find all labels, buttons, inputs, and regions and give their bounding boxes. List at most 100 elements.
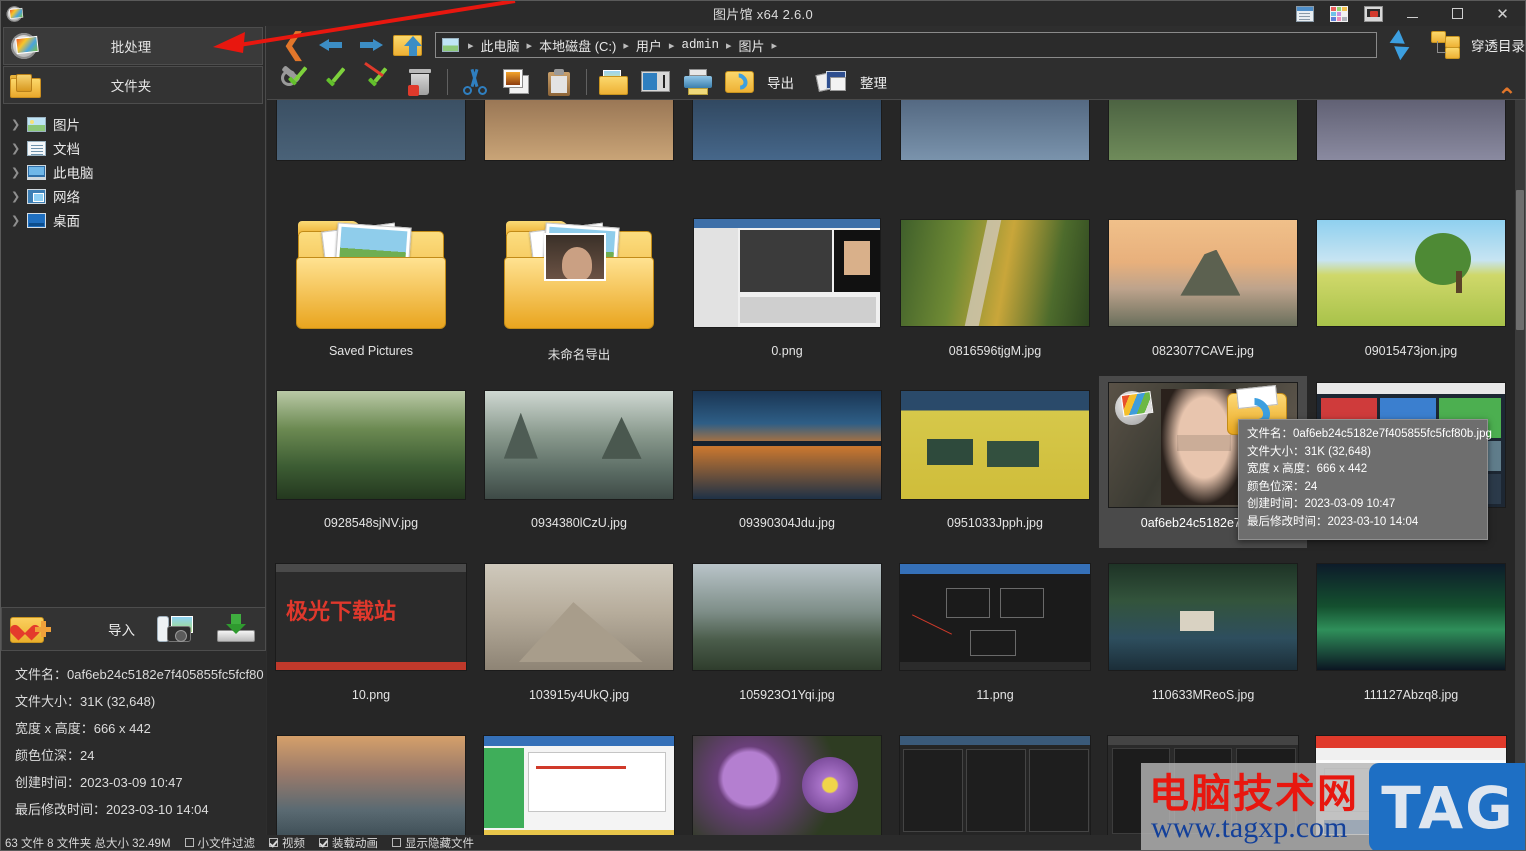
vertical-scrollbar[interactable] bbox=[1515, 100, 1525, 835]
checkbox-show-hidden-files[interactable]: 显示隐藏文件 bbox=[392, 835, 474, 850]
rename-icon[interactable] bbox=[637, 65, 675, 99]
grid-cell-12png[interactable]: 12.png bbox=[475, 720, 683, 835]
grid-cell[interactable] bbox=[891, 100, 1099, 204]
file-name-label: 0823077CAVE.jpg bbox=[1152, 344, 1254, 358]
photo-thumbnail bbox=[692, 735, 882, 835]
grid-cell-11png[interactable]: 11.png bbox=[891, 548, 1099, 720]
grid-cell[interactable] bbox=[683, 100, 891, 204]
tree-item-label: 网络 bbox=[53, 186, 80, 206]
breadcrumb-segment-local-disk[interactable]: 本地磁盘 (C:) bbox=[537, 36, 618, 55]
breadcrumb[interactable]: ▸ 此电脑 ▸ 本地磁盘 (C:) ▸ 用户 ▸ admin ▸ 图片 ▸ bbox=[435, 32, 1377, 58]
breadcrumb-segment-pictures[interactable]: 图片 bbox=[736, 36, 766, 55]
batch-process-overlay-icon[interactable] bbox=[1115, 387, 1159, 427]
grid-cell-unnamed-export[interactable]: 未命名导出 bbox=[475, 204, 683, 376]
grid-cell-saved-pictures[interactable]: Saved Pictures bbox=[267, 204, 475, 376]
checkbox-box[interactable] bbox=[185, 838, 194, 847]
grid-cell-09015473[interactable]: 09015473jon.jpg bbox=[1307, 204, 1515, 376]
grid-cell-13png[interactable]: 13.png bbox=[891, 720, 1099, 835]
grid-cell-0934380[interactable]: 0934380lCzU.jpg bbox=[475, 376, 683, 548]
checkbox-box[interactable] bbox=[392, 838, 401, 847]
chevron-right-icon[interactable]: ❯ bbox=[11, 142, 27, 155]
file-name-label: Saved Pictures bbox=[329, 344, 413, 358]
refresh-icon[interactable] bbox=[1389, 30, 1421, 60]
file-name-label: 0816596tjgM.jpg bbox=[949, 344, 1041, 358]
watermark-url: www.tagxp.com bbox=[1151, 811, 1347, 845]
penetrate-directory-label[interactable]: 穿透目录 bbox=[1471, 35, 1525, 55]
sidebar-button-folder[interactable]: 文件夹 bbox=[3, 66, 263, 104]
nested-folders-icon[interactable] bbox=[1431, 31, 1467, 59]
grid-cell-110633[interactable]: 110633MReoS.jpg bbox=[1099, 548, 1307, 720]
check-cross-icon[interactable] bbox=[359, 65, 397, 99]
document-icon[interactable] bbox=[1288, 1, 1322, 26]
grid-cell-0png[interactable]: 0.png bbox=[683, 204, 891, 376]
grid-cell-11135086[interactable]: 11135086ym3.jpg bbox=[267, 720, 475, 835]
back-arrow-icon[interactable] bbox=[313, 28, 351, 62]
checkbox-small-file-filter[interactable]: 小文件过滤 bbox=[185, 835, 256, 850]
grid-cell-105923[interactable]: 105923O1Yqi.jpg bbox=[683, 548, 891, 720]
chevron-right-icon[interactable]: ❯ bbox=[11, 190, 27, 203]
thumbnail bbox=[1099, 554, 1307, 680]
checkbox-video[interactable]: 视频 bbox=[269, 835, 305, 850]
folder-images-icon[interactable] bbox=[595, 65, 633, 99]
scissors-icon[interactable] bbox=[456, 65, 494, 99]
breadcrumb-segment-admin[interactable]: admin bbox=[679, 38, 721, 52]
grid-cell-1223473[interactable]: 1223473RyOT.jpg bbox=[683, 720, 891, 835]
breadcrumb-segment-this-pc[interactable]: 此电脑 bbox=[479, 36, 522, 55]
monitor-icon[interactable] bbox=[1356, 1, 1390, 26]
drive-download-icon[interactable] bbox=[217, 614, 257, 644]
this-pc-icon bbox=[27, 165, 46, 180]
tree-item-pictures[interactable]: ❯ 图片 bbox=[7, 112, 265, 136]
grid-cell-103915[interactable]: 103915y4UkQ.jpg bbox=[475, 548, 683, 720]
check-icon[interactable] bbox=[317, 65, 355, 99]
grid-cell-0823077[interactable]: 0823077CAVE.jpg bbox=[1099, 204, 1307, 376]
checkbox-box[interactable] bbox=[319, 838, 328, 847]
printer-icon[interactable] bbox=[679, 65, 717, 99]
close-button[interactable]: ✕ bbox=[1480, 1, 1525, 26]
organize-label[interactable]: 整理 bbox=[860, 72, 887, 92]
maximize-button[interactable] bbox=[1435, 1, 1480, 26]
grid-cell[interactable] bbox=[475, 100, 683, 204]
tree-item-desktop[interactable]: ❯ 桌面 bbox=[7, 208, 265, 232]
forward-arrow-icon[interactable] bbox=[351, 28, 389, 62]
palette-icon[interactable] bbox=[1322, 1, 1356, 26]
sidebar-button-batch[interactable]: 批处理 bbox=[3, 27, 263, 65]
checkbox-box[interactable] bbox=[269, 838, 278, 847]
minimize-button[interactable] bbox=[1390, 1, 1435, 26]
grid-cell-111127[interactable]: 111127Abzq8.jpg bbox=[1307, 548, 1515, 720]
grid-cell[interactable] bbox=[1099, 100, 1307, 204]
scrollbar-thumb[interactable] bbox=[1516, 190, 1524, 330]
up-folder-icon[interactable] bbox=[389, 28, 427, 62]
trash-icon[interactable] bbox=[401, 65, 439, 99]
file-name-label: 0951033Jpph.jpg bbox=[947, 516, 1043, 530]
grid-cell-0816596[interactable]: 0816596tjgM.jpg bbox=[891, 204, 1099, 376]
breadcrumb-segment-users[interactable]: 用户 bbox=[634, 36, 664, 55]
grid-cell[interactable] bbox=[1307, 100, 1515, 204]
grid-cell-0928548[interactable]: 0928548sjNV.jpg bbox=[267, 376, 475, 548]
clipboard-icon[interactable] bbox=[540, 65, 578, 99]
checkbox-load-animation[interactable]: 装载动画 bbox=[319, 835, 378, 850]
organize-icon[interactable] bbox=[814, 65, 852, 99]
grid-cell-09390304[interactable]: 09390304Jdu.jpg bbox=[683, 376, 891, 548]
chevron-right-icon[interactable]: ❯ bbox=[11, 214, 27, 227]
chevron-right-icon[interactable]: ❯ bbox=[11, 118, 27, 131]
tree-item-network[interactable]: ❯ 网络 bbox=[7, 184, 265, 208]
chevron-right-icon[interactable]: ❯ bbox=[11, 166, 27, 179]
breadcrumb-separator: ▸ bbox=[463, 39, 479, 52]
thumbnail bbox=[1307, 554, 1515, 680]
document-icon bbox=[27, 141, 46, 156]
add-favorite-icon[interactable] bbox=[10, 613, 50, 645]
import-label[interactable]: 导入 bbox=[108, 619, 135, 639]
phone-camera-icon[interactable] bbox=[157, 614, 201, 644]
back-chevron-icon[interactable]: ❮ bbox=[275, 28, 313, 62]
grid-cell-0951033[interactable]: 0951033Jpph.jpg bbox=[891, 376, 1099, 548]
tree-item-this-pc[interactable]: ❯ 此电脑 bbox=[7, 160, 265, 184]
tree-item-documents[interactable]: ❯ 文档 bbox=[7, 136, 265, 160]
grid-cell[interactable] bbox=[267, 100, 475, 204]
export-icon[interactable] bbox=[721, 65, 759, 99]
wrench-check-icon[interactable] bbox=[275, 65, 313, 99]
export-label[interactable]: 导出 bbox=[767, 72, 794, 92]
photo-thumbnail bbox=[1108, 563, 1298, 671]
tree-item-label: 图片 bbox=[53, 114, 80, 134]
copy-image-icon[interactable] bbox=[498, 65, 536, 99]
grid-cell-10png[interactable]: 极光下载站 10.png bbox=[267, 548, 475, 720]
